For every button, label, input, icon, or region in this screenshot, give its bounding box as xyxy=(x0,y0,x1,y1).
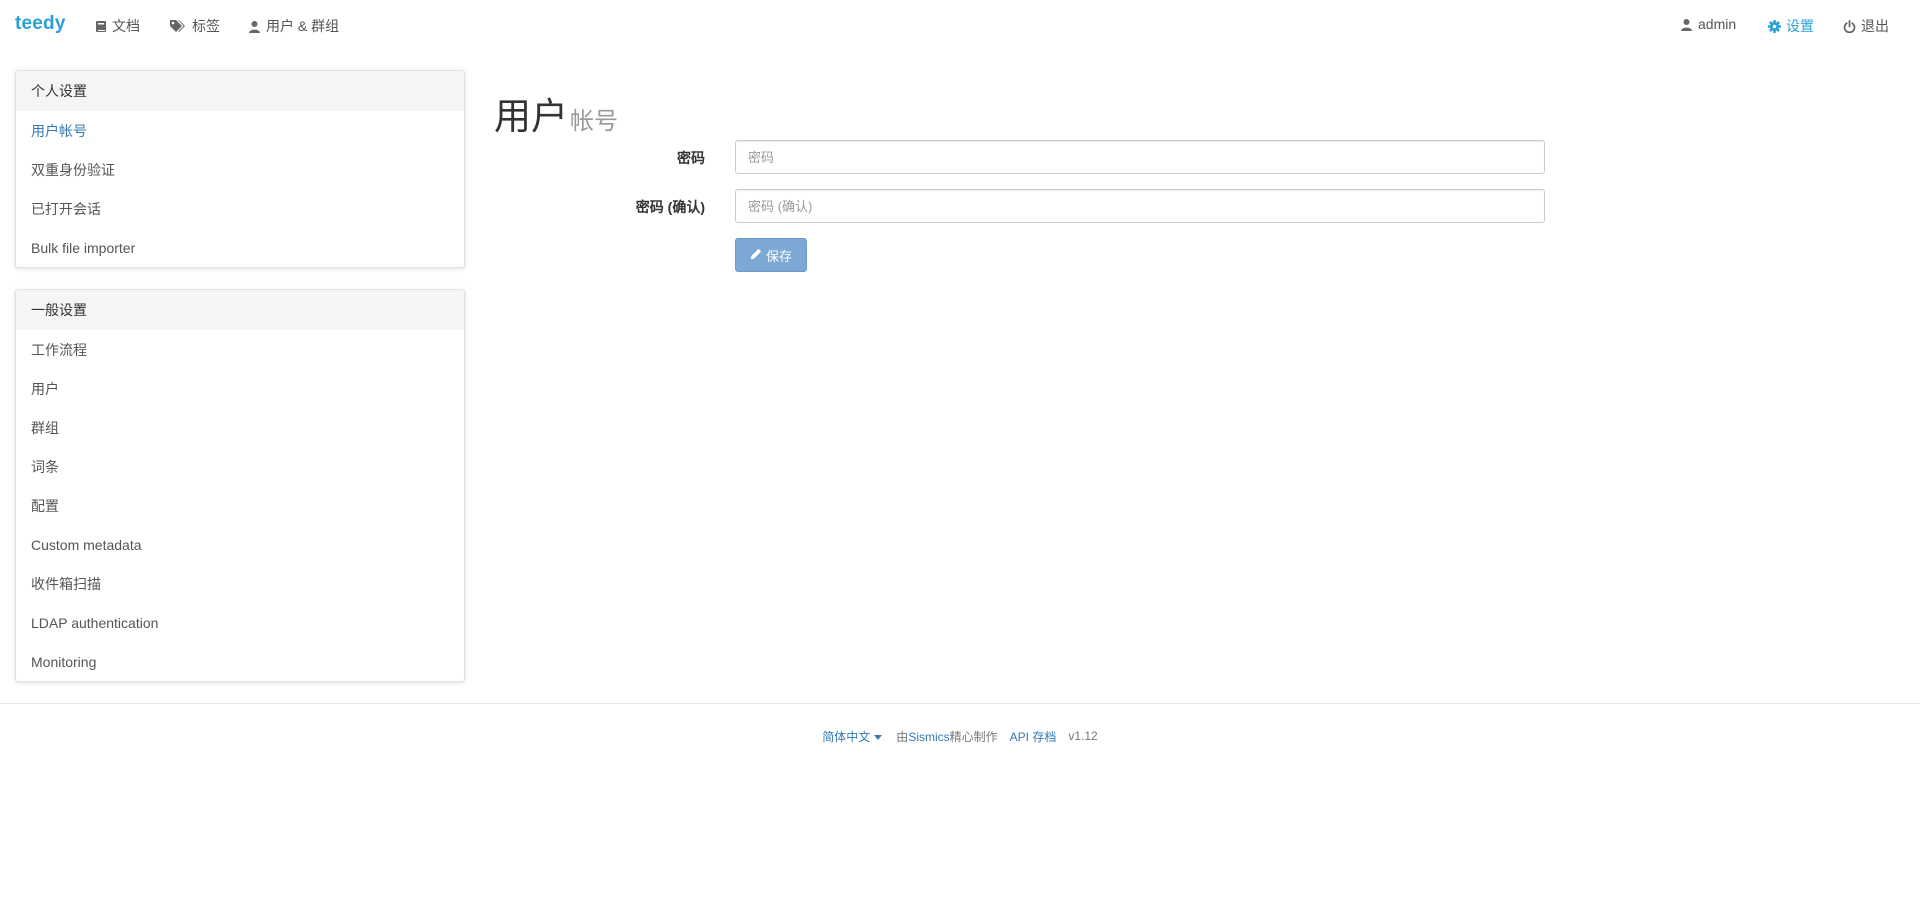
password-label: 密码 xyxy=(677,150,705,166)
sidebar-item-groups[interactable]: 群组 xyxy=(16,408,464,447)
tags-icon xyxy=(169,19,187,33)
brand-logo[interactable]: teedy xyxy=(15,13,66,35)
sidebar-item-monitoring[interactable]: Monitoring xyxy=(16,642,464,681)
sidebar-item-vocabulary[interactable]: 词条 xyxy=(16,447,464,486)
sidebar-item-two-factor[interactable]: 双重身份验证 xyxy=(16,150,464,189)
page-title-sub: 帐号 xyxy=(570,108,618,135)
made-by-text: 由Sismics精心制作 xyxy=(896,728,997,745)
user-icon xyxy=(248,20,261,33)
sidebar-item-users[interactable]: 用户 xyxy=(16,369,464,408)
password-input[interactable] xyxy=(735,140,1545,174)
nav-admin-label: admin xyxy=(1698,16,1737,32)
nav-documents-label: 文档 xyxy=(112,18,140,34)
page-title: 用户 帐号 xyxy=(494,86,618,140)
footer-divider xyxy=(0,703,1920,704)
panel-heading: 个人设置 xyxy=(16,71,464,111)
language-dropdown[interactable]: 简体中文 xyxy=(822,728,883,745)
sidebar-item-workflow[interactable]: 工作流程 xyxy=(16,330,464,369)
nav-settings-label: 设置 xyxy=(1786,18,1814,34)
caret-down-icon xyxy=(874,729,883,743)
sidebar-item-user-account[interactable]: 用户帐号 xyxy=(16,111,464,150)
nav-settings[interactable]: 设置 xyxy=(1768,16,1814,36)
sidebar-item-config[interactable]: 配置 xyxy=(16,486,464,525)
pencil-icon xyxy=(750,248,762,263)
nav-admin[interactable]: admin xyxy=(1680,16,1736,32)
password-confirm-input[interactable] xyxy=(735,189,1545,223)
sidebar-item-inbox-scan[interactable]: 收件箱扫描 xyxy=(16,564,464,603)
api-docs-link[interactable]: API 存档 xyxy=(1010,728,1057,745)
user-icon xyxy=(1680,18,1693,31)
nav-documents[interactable]: 文档 xyxy=(95,16,140,36)
nav-users-groups-label: 用户 & 群组 xyxy=(266,18,340,34)
general-settings-panel: 一般设置 工作流程 用户 群组 词条 配置 Custom metadata 收件… xyxy=(15,289,465,682)
password-confirm-label: 密码 (确认) xyxy=(635,199,705,215)
page-title-main: 用户 xyxy=(494,96,568,137)
made-suffix: 精心制作 xyxy=(949,729,998,744)
book-icon xyxy=(95,20,107,33)
sidebar-item-sessions[interactable]: 已打开会话 xyxy=(16,189,464,228)
personal-settings-panel: 个人设置 用户帐号 双重身份验证 已打开会话 Bulk file importe… xyxy=(15,70,465,268)
save-button[interactable]: 保存 xyxy=(735,238,807,272)
nav-tags-label: 标签 xyxy=(192,18,220,34)
sismics-link[interactable]: Sismics xyxy=(908,730,949,744)
nav-logout[interactable]: 退出 xyxy=(1843,16,1889,36)
power-icon xyxy=(1843,19,1856,33)
language-label: 简体中文 xyxy=(822,729,871,744)
nav-users-groups[interactable]: 用户 & 群组 xyxy=(248,16,339,36)
gear-icon xyxy=(1768,19,1781,33)
panel-heading: 一般设置 xyxy=(16,290,464,330)
sidebar-item-custom-metadata[interactable]: Custom metadata xyxy=(16,525,464,564)
save-button-label: 保存 xyxy=(765,248,792,264)
made-prefix: 由 xyxy=(896,729,909,744)
nav-tags[interactable]: 标签 xyxy=(169,16,220,36)
sidebar-item-bulk-importer[interactable]: Bulk file importer xyxy=(16,228,464,267)
version-text: v1.12 xyxy=(1068,729,1098,743)
sidebar-item-ldap[interactable]: LDAP authentication xyxy=(16,603,464,642)
nav-logout-label: 退出 xyxy=(1861,18,1889,34)
footer: 简体中文 由Sismics精心制作 API 存档 v1.12 xyxy=(0,726,1920,746)
navbar: teedy 文档 标签 用户 & 群组 admin 设置 退出 xyxy=(0,0,1920,50)
